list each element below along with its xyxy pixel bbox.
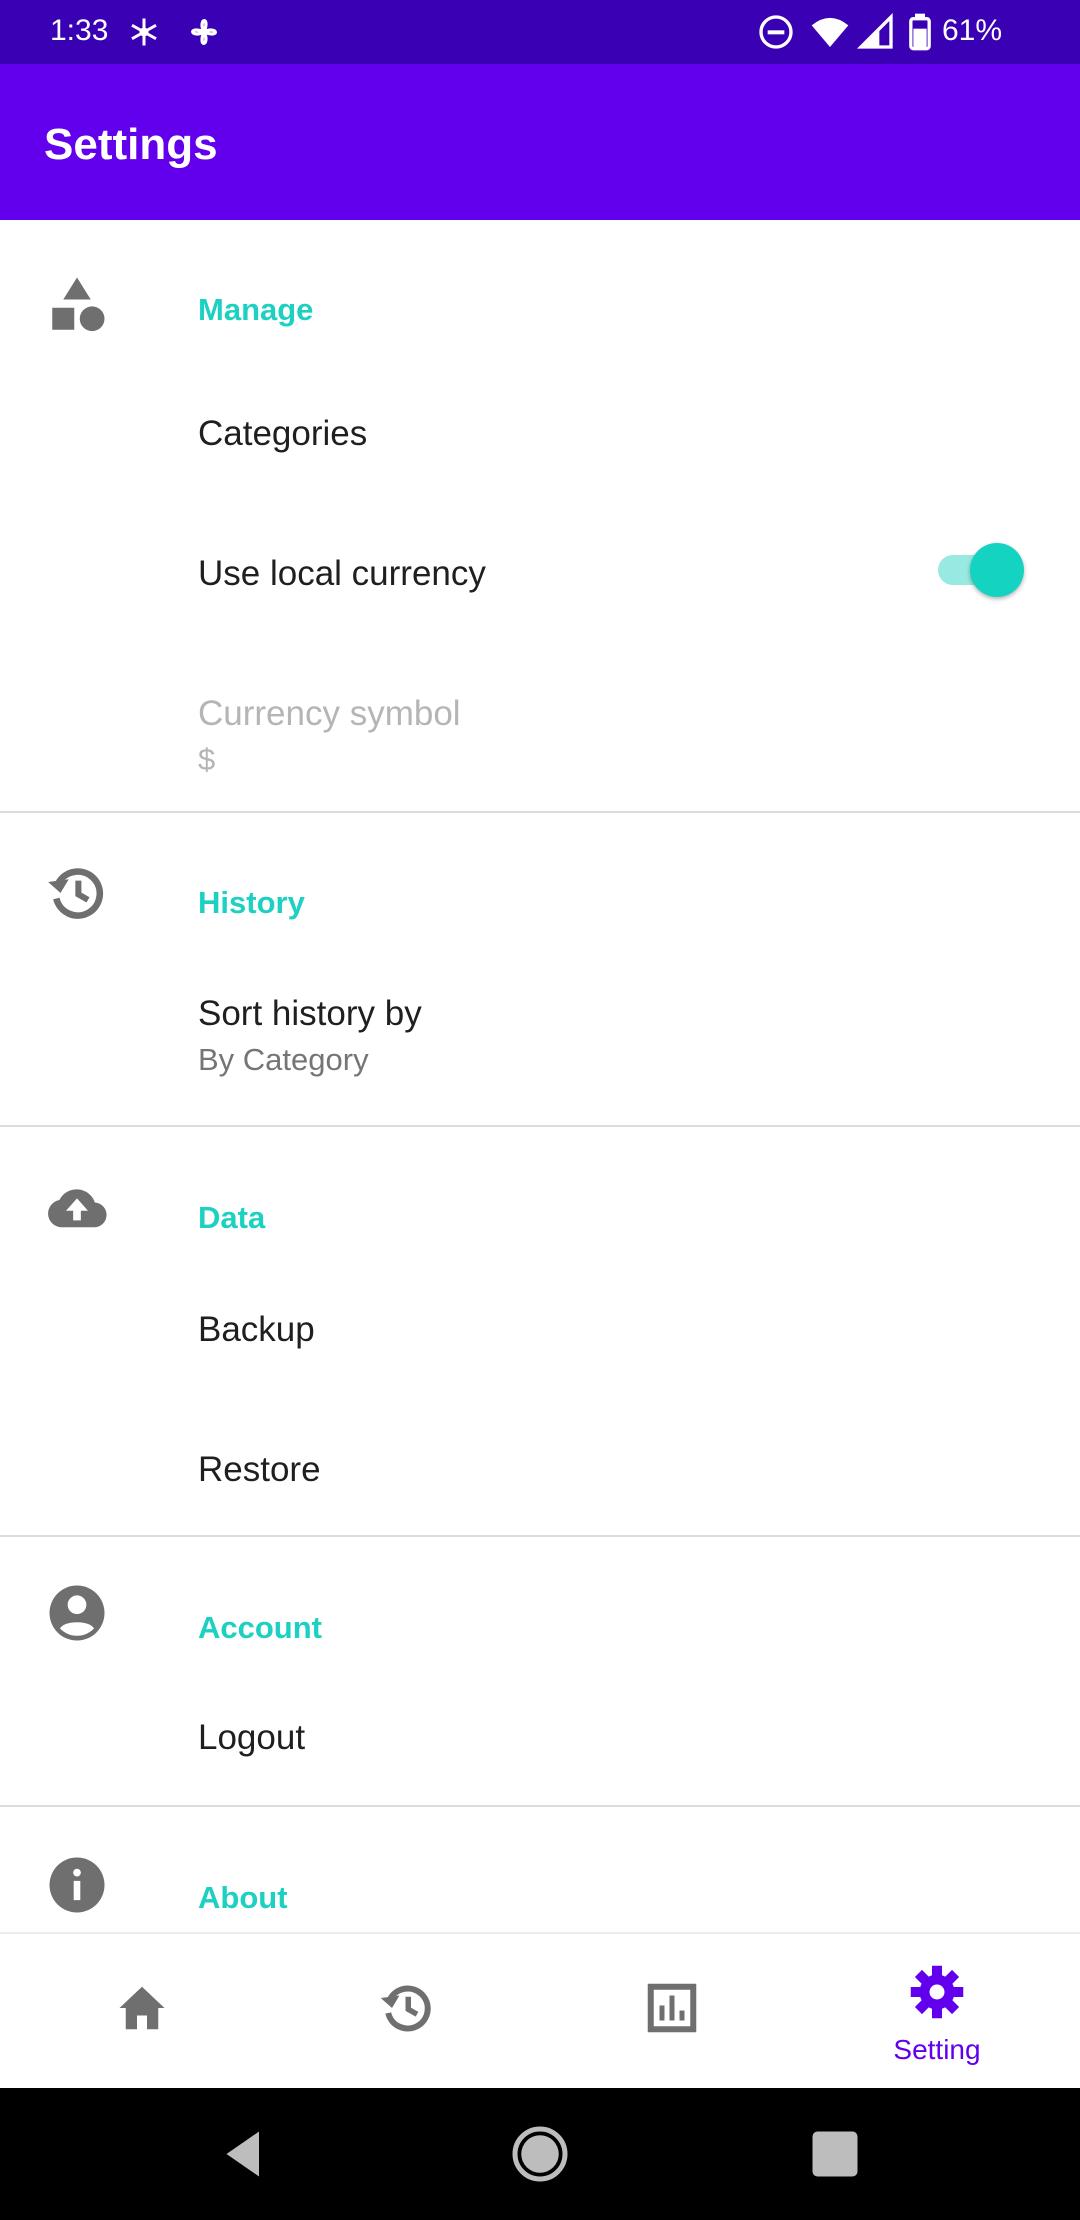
recents-icon[interactable] [805,2124,865,2184]
history-icon [380,1985,431,2032]
categories-title: Categories [198,414,368,453]
nav-home[interactable] [7,1934,277,2090]
categories-preference[interactable]: Categories [0,360,1080,500]
info-icon [49,1857,105,1913]
account-circle-icon [49,1585,105,1641]
backup-title: Backup [198,1310,315,1349]
cloud-upload-icon [48,1189,107,1228]
app-bar: Settings [0,64,1080,220]
restore-title: Restore [198,1450,321,1489]
restore-preference[interactable]: Restore [0,1410,1080,1550]
status-bar: 1:33 61% [0,0,1080,64]
wifi-icon [811,17,849,47]
divider [0,1535,1080,1537]
category-title-data: Data [198,1200,266,1235]
logout-title: Logout [198,1718,306,1757]
snowflake-icon [131,18,157,46]
battery-icon [909,13,931,51]
bottom-navigation: Setting [0,1932,1080,2088]
sort-history-title: Sort history by [198,994,422,1033]
local-currency-switch[interactable] [936,538,1028,602]
use-local-currency-title: Use local currency [198,554,486,593]
switch-thumb [970,543,1024,597]
nav-history[interactable] [272,1934,542,2090]
category-title-history: History [198,885,305,920]
category-title-account: Account [198,1610,322,1645]
home-icon [119,1986,165,2030]
divider [0,1805,1080,1807]
logout-preference[interactable]: Logout [0,1670,1080,1810]
shapes-icon [52,277,105,332]
gear-icon [910,1965,964,2019]
category-title-about: About [198,1880,288,1915]
divider [0,811,1080,813]
home-circle-icon[interactable] [510,2124,570,2184]
nav-setting-label: Setting [893,2034,981,2065]
fan-icon [191,19,217,45]
history-icon [48,868,104,919]
signal-icon [856,12,893,49]
use-local-currency-preference[interactable]: Use local currency [0,500,1080,640]
currency-symbol-value: $ [198,742,216,777]
page-title: Settings [44,120,218,169]
do-not-disturb-icon [759,15,793,49]
system-navigation-bar [0,2088,1080,2220]
back-icon[interactable] [214,2124,274,2184]
category-title-manage: Manage [198,292,314,327]
battery-level: 61% [942,14,1003,47]
backup-preference[interactable]: Backup [0,1270,1080,1410]
currency-symbol-preference: Currency symbol $ [0,640,1080,830]
sort-history-preference[interactable]: Sort history by By Category [0,950,1080,1130]
divider [0,1125,1080,1127]
currency-symbol-title: Currency symbol [198,694,461,733]
settings-list[interactable]: Manage Categories Use local currency Cur… [0,220,1080,1932]
status-time: 1:33 [50,14,109,47]
nav-setting[interactable]: Setting [802,1934,1072,2090]
sort-history-value: By Category [198,1042,369,1077]
bar-chart-icon [647,1983,697,2033]
nav-stats[interactable] [537,1934,807,2090]
